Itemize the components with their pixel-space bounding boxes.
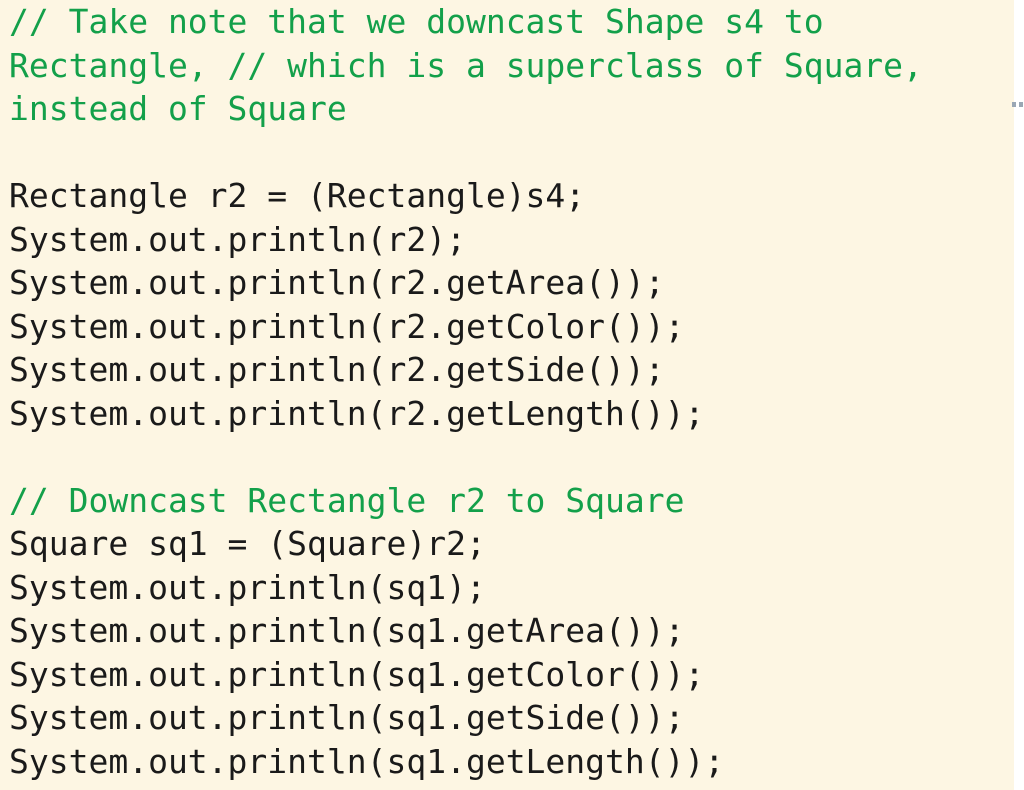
gutter-dash-icon (1019, 102, 1023, 107)
code-line[interactable]: System.out.println(r2.getArea()); (9, 261, 1014, 305)
code-line[interactable]: Rectangle, // which is a superclass of S… (9, 44, 1014, 88)
code-line[interactable]: System.out.println(r2.getColor()); (9, 305, 1014, 349)
code-line[interactable]: // Downcast Rectangle r2 to Square (9, 479, 1014, 523)
code-line[interactable]: System.out.println(r2.getLength()); (9, 392, 1014, 436)
gutter-dash-icon (1012, 102, 1016, 107)
code-editor-surface[interactable]: // Take note that we downcast Shape s4 t… (0, 0, 1014, 790)
code-line[interactable]: System.out.println(sq1.getSide()); (9, 696, 1014, 740)
code-line-list[interactable]: // Take note that we downcast Shape s4 t… (9, 0, 1014, 783)
code-line[interactable]: System.out.println(r2.getSide()); (9, 348, 1014, 392)
code-line-blank[interactable] (9, 435, 1014, 479)
code-viewport[interactable]: // Take note that we downcast Shape s4 t… (0, 0, 1024, 790)
scroll-gutter-marks (1012, 102, 1024, 107)
code-line[interactable]: Rectangle r2 = (Rectangle)s4; (9, 174, 1014, 218)
code-line[interactable]: instead of Square (9, 87, 1014, 131)
code-line-blank[interactable] (9, 131, 1014, 175)
code-line[interactable]: System.out.println(sq1.getLength()); (9, 740, 1014, 784)
code-line[interactable]: // Take note that we downcast Shape s4 t… (9, 0, 1014, 44)
code-line[interactable]: System.out.println(sq1.getArea()); (9, 609, 1014, 653)
code-line[interactable]: System.out.println(sq1.getColor()); (9, 653, 1014, 697)
code-line[interactable]: Square sq1 = (Square)r2; (9, 522, 1014, 566)
code-line[interactable]: System.out.println(r2); (9, 218, 1014, 262)
code-line[interactable]: System.out.println(sq1); (9, 566, 1014, 610)
